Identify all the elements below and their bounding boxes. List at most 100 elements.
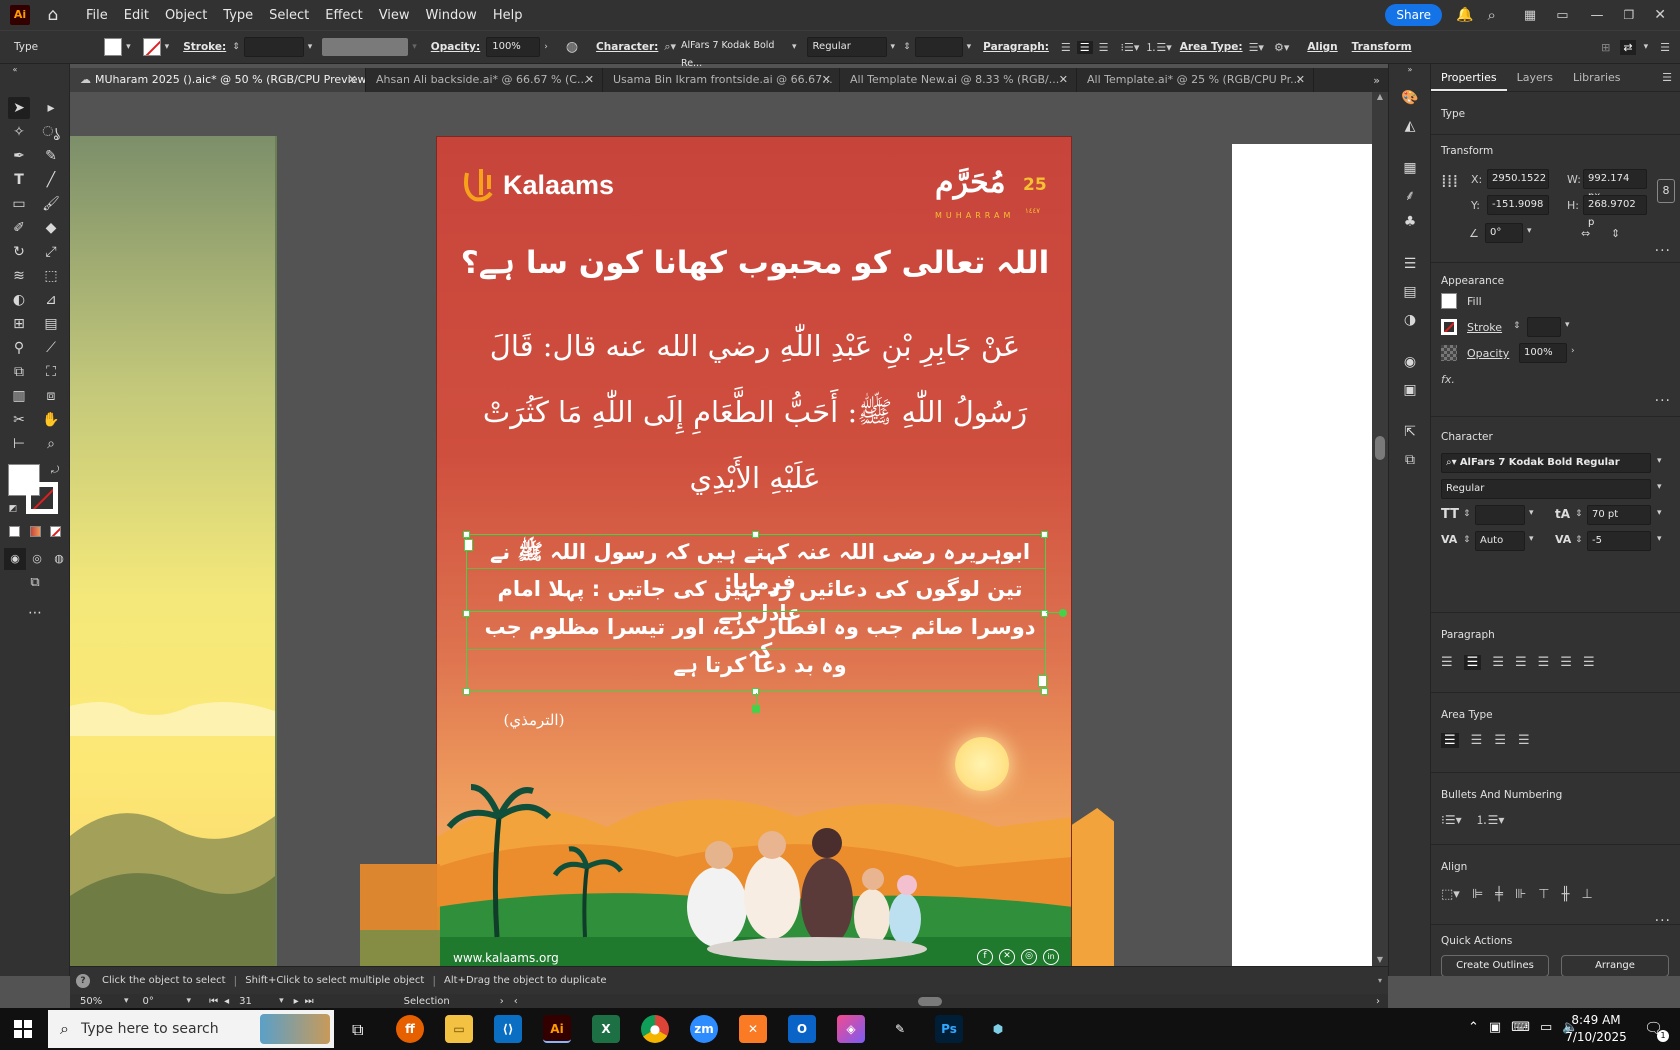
handle-bottom-left[interactable]: [463, 688, 470, 695]
close-tab-icon[interactable]: ✕: [822, 68, 831, 92]
rotate-field[interactable]: 0°: [1485, 223, 1523, 243]
align-button[interactable]: Align: [1307, 41, 1337, 53]
photos-app-icon[interactable]: ◈: [837, 1015, 865, 1043]
chrome-app-icon[interactable]: ●: [641, 1015, 669, 1043]
align-left-icon[interactable]: ☰: [1061, 41, 1071, 54]
handle-middle-left[interactable]: [463, 610, 470, 617]
area-type-icon[interactable]: ☰▾: [1249, 41, 1264, 54]
appearance-more-icon[interactable]: ···: [1655, 393, 1671, 409]
justify-all-icon[interactable]: ☰: [1583, 655, 1595, 670]
scroll-right-icon[interactable]: ›: [1376, 996, 1380, 1007]
in-port-handle[interactable]: [464, 539, 473, 551]
x-field[interactable]: 2950.1522: [1487, 169, 1549, 189]
chevron-down-icon[interactable]: ▾: [126, 42, 131, 52]
stroke-color-swatch[interactable]: [26, 482, 58, 514]
opacity-field[interactable]: 100%: [1519, 343, 1567, 363]
chevron-down-icon[interactable]: ▾: [1657, 534, 1662, 544]
justify-right-icon[interactable]: ☰: [1560, 655, 1572, 670]
align-center-icon[interactable]: ☰: [1076, 40, 1093, 54]
pen-tool-icon[interactable]: ✒: [8, 145, 30, 167]
scroll-up-icon[interactable]: ▾: [1378, 976, 1382, 985]
artboards-panel-icon[interactable]: ⧉: [1400, 450, 1420, 470]
align-left-edges-icon[interactable]: ⊫: [1472, 887, 1483, 902]
opacity-field[interactable]: 100%: [486, 37, 541, 57]
area-align-top-icon[interactable]: ☰: [1441, 733, 1459, 748]
opacity-label[interactable]: Opacity: [1467, 347, 1509, 360]
next-artboard-icon[interactable]: ▸: [294, 996, 299, 1007]
menu-edit[interactable]: Edit: [124, 8, 149, 23]
brush-definition-field[interactable]: [322, 38, 409, 56]
home-icon[interactable]: ⌂: [42, 5, 64, 25]
font-search-icon[interactable]: ⌕▾: [664, 40, 676, 54]
menu-effect[interactable]: Effect: [325, 8, 362, 23]
battery-icon[interactable]: ▭: [1540, 1020, 1552, 1035]
chevron-down-icon[interactable]: ▾: [124, 996, 129, 1006]
recolor-icon[interactable]: ◍: [566, 39, 578, 55]
font-size-field[interactable]: [914, 37, 963, 57]
pen-app-icon[interactable]: ✎: [886, 1015, 914, 1043]
chevron-down-icon[interactable]: ▾: [792, 42, 797, 52]
share-button[interactable]: Share: [1385, 4, 1443, 26]
chevron-down-icon[interactable]: ▾: [1644, 42, 1649, 52]
area-type-height-handle[interactable]: [752, 705, 760, 713]
tab-muharram-2025[interactable]: ☁ MUharam 2025 ().aic* @ 50 % (RGB/CPU Pr…: [70, 68, 366, 92]
numbering-icon[interactable]: ⒈☰▾: [1145, 39, 1171, 55]
fill-swatch[interactable]: [104, 38, 123, 56]
arrange-docs-icon[interactable]: ▭: [1556, 8, 1568, 23]
font-size-stepper-icon[interactable]: ⇕: [903, 42, 911, 52]
rotation-value[interactable]: 0°: [143, 996, 183, 1007]
chevron-down-icon[interactable]: ▾: [1529, 508, 1534, 518]
lasso-tool-icon[interactable]: ൃ: [40, 121, 62, 143]
appearance-panel-icon[interactable]: ◉: [1400, 352, 1420, 372]
stroke-weight-field[interactable]: [243, 37, 304, 57]
line-tool-icon[interactable]: ╱: [40, 169, 62, 191]
stroke-label[interactable]: Stroke:: [183, 41, 226, 53]
font-style-field[interactable]: Regular: [806, 37, 887, 57]
area-align-bottom-icon[interactable]: ☰: [1494, 733, 1506, 748]
symbol-sprayer-tool-icon[interactable]: ⛶: [40, 361, 62, 383]
swap-colors-icon[interactable]: ⤾: [44, 460, 66, 482]
slice-tool-icon[interactable]: ✂: [8, 409, 30, 431]
column-graph-tool-icon[interactable]: ▥: [8, 385, 30, 407]
excel-app-icon[interactable]: X: [592, 1015, 620, 1043]
chevron-down-icon[interactable]: ▾: [308, 42, 313, 52]
font-size-field[interactable]: [1475, 505, 1525, 525]
paintbrush-tool-icon[interactable]: 🖌: [40, 193, 62, 215]
vertical-scroll-thumb[interactable]: [1375, 436, 1385, 460]
clock[interactable]: 8:49 AM 7/10/2025: [1560, 1012, 1632, 1046]
stroke-weight-field[interactable]: [1527, 317, 1561, 337]
artboard-tool-icon[interactable]: ⧈: [40, 385, 62, 407]
y-field[interactable]: -151.9098: [1487, 195, 1549, 215]
search-icon[interactable]: ⌕: [1488, 6, 1496, 24]
panel-menu-icon[interactable]: ☰: [1660, 41, 1670, 54]
chevron-down-icon[interactable]: ▾: [165, 42, 170, 52]
vertical-scrollbar[interactable]: ▲ ▼: [1372, 92, 1388, 966]
align-horizontal-centers-icon[interactable]: ╪: [1495, 887, 1503, 902]
fx-label[interactable]: fx.: [1441, 373, 1455, 386]
handle-top-left[interactable]: [463, 531, 470, 538]
align-to-icon[interactable]: ⬚▾: [1441, 887, 1460, 902]
chevron-down-icon[interactable]: ▾: [1657, 482, 1662, 492]
reference-point-icon[interactable]: ⁞⁞⁞: [1441, 173, 1458, 191]
close-tab-icon[interactable]: ✕: [1296, 68, 1305, 92]
hand-tool-icon[interactable]: ✋: [40, 409, 62, 431]
network-icon[interactable]: ⌨: [1511, 1020, 1530, 1035]
last-artboard-icon[interactable]: ⏭: [305, 996, 314, 1007]
flip-horizontal-icon[interactable]: ⇔: [1581, 227, 1590, 240]
align-vertical-centers-icon[interactable]: ╫: [1562, 887, 1570, 902]
chevron-down-icon[interactable]: ▾: [1657, 508, 1662, 518]
canvas-area[interactable]: Kalaams مُحَرَّم 25 MUHARRAM ١٤٤٧ اللہ ت…: [70, 92, 1372, 966]
brushes-panel-icon[interactable]: ⸙: [1400, 186, 1420, 206]
close-icon[interactable]: ✕: [1654, 7, 1666, 23]
collapse-toolbar-icon[interactable]: «: [4, 64, 26, 76]
handle-top-right[interactable]: [1041, 531, 1048, 538]
chevron-down-icon[interactable]: ▾: [1527, 226, 1532, 236]
bullets-icon[interactable]: ⁝☰▾: [1441, 813, 1462, 827]
stroke-stepper-icon[interactable]: ⇕: [1513, 321, 1521, 331]
none-mode-swatch[interactable]: [50, 526, 61, 537]
area-type-label[interactable]: Area Type:: [1180, 41, 1243, 53]
zoom-tool-icon[interactable]: ⌕: [40, 433, 62, 455]
zoom-app-icon[interactable]: zm: [690, 1015, 718, 1043]
default-colors-icon[interactable]: ◩: [2, 498, 24, 520]
font-family-field[interactable]: ⌕▾ AlFars 7 Kodak Bold Regular: [1441, 453, 1651, 473]
